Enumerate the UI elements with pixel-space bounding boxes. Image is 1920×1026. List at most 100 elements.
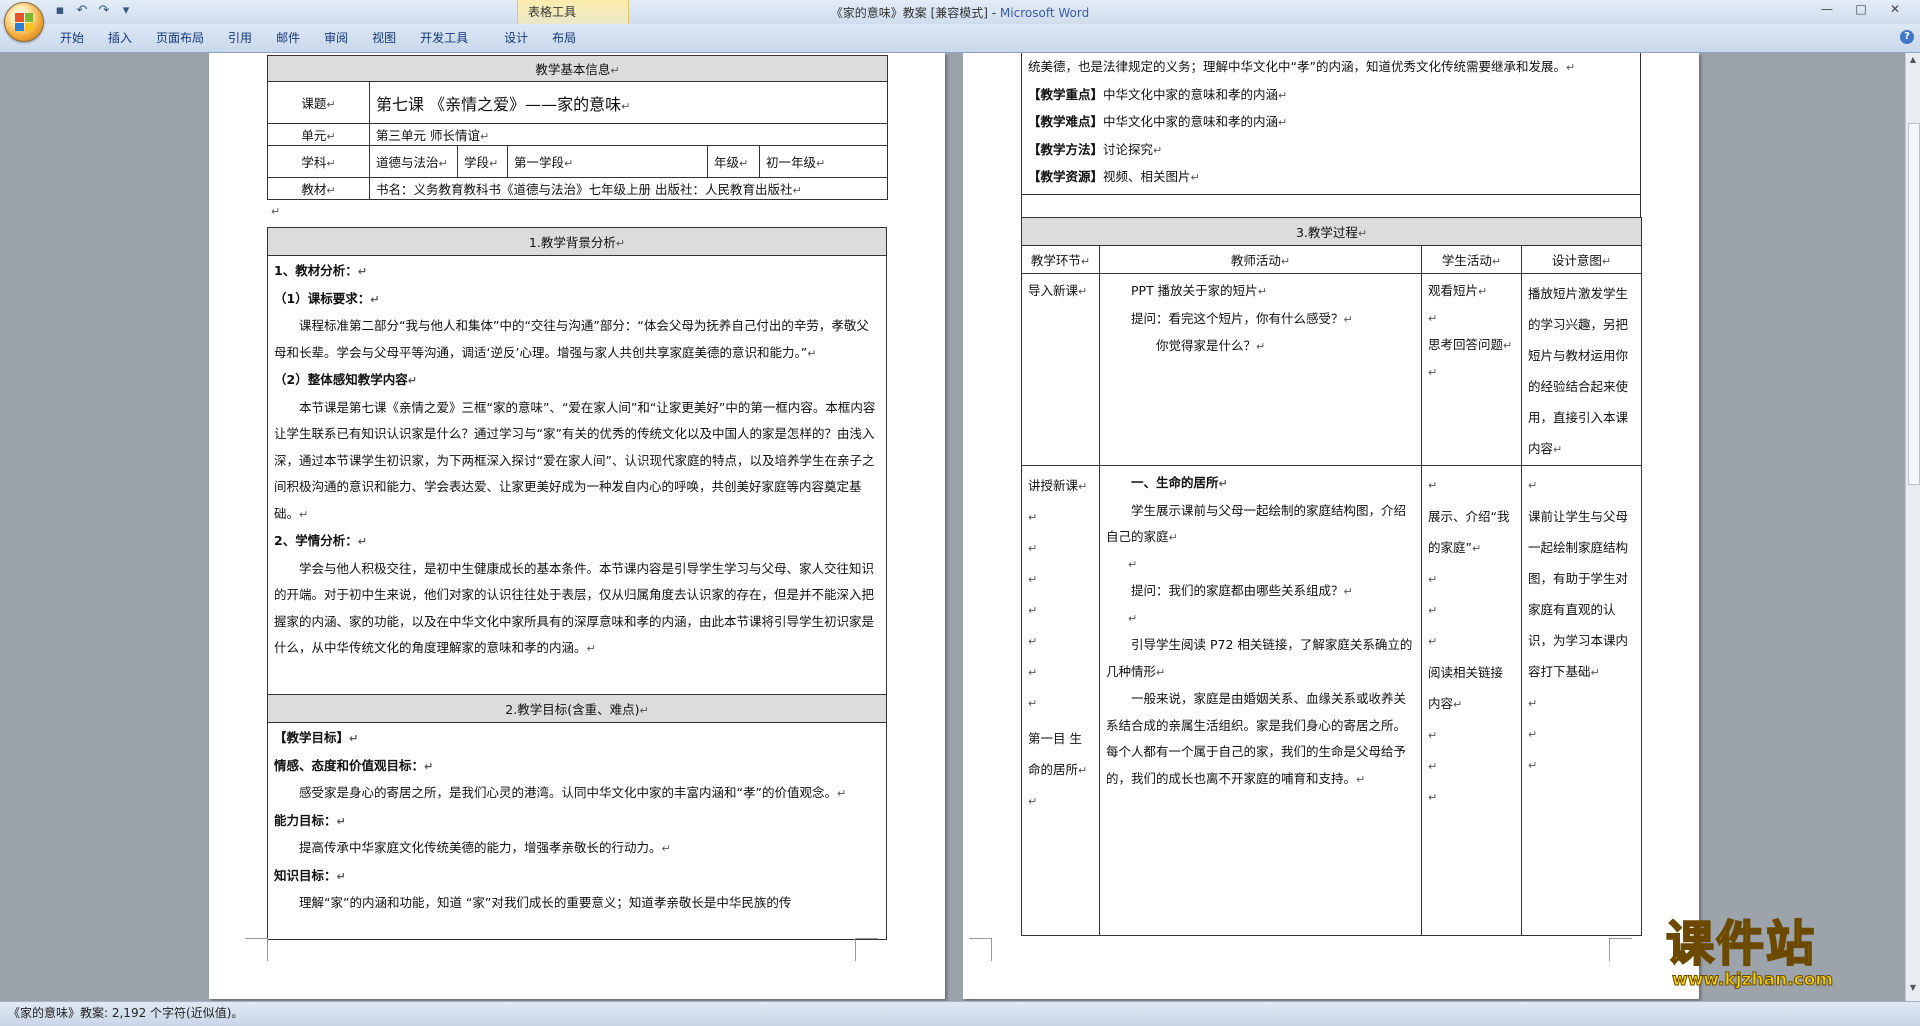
tab-home[interactable]: 开始 <box>48 28 96 48</box>
window-title: 《家的意味》教案 [兼容模式] - Microsoft Word <box>0 4 1920 21</box>
paragraph-mark: ↵ <box>1128 557 1138 571</box>
paragraph-mark: ↵ <box>1428 760 1438 773</box>
subject-value: 道德与法治↵ <box>369 145 458 178</box>
tab-design[interactable]: 设计 <box>492 28 540 48</box>
intro-student-line: 思考回答问题↵ <box>1428 337 1513 352</box>
save-icon[interactable]: ▪ <box>52 3 68 19</box>
goals-header: 2.教学目标(含重、难点)↵ <box>267 694 887 723</box>
col-stage: 教学环节↵ <box>1021 245 1100 274</box>
basic-info-table: 教学基本信息↵ 课题↵ 第七课 《亲情之爱》——家的意味↵ 单元↵ 第三单元 师长情… <box>266 55 889 200</box>
paragraph-mark: ↵ <box>1028 697 1038 710</box>
status-bar: 《家的意味》教案: 2,192 个字符(近似值)。 <box>0 1001 1920 1026</box>
paragraph-mark: ↵ <box>1528 697 1538 710</box>
textbook-value: 书名：义务教育教科书《道德与法治》七年级上册 出版社：人民教育出版社↵ <box>368 177 889 200</box>
scrollbar-thumb[interactable] <box>1908 123 1920 485</box>
textbook-analysis-heading: 1、教材分析：↵ <box>274 263 367 278</box>
lecture-subsection-label: 第一目 生命的居所↵ <box>1028 731 1088 777</box>
col-teacher: 教师活动↵ <box>1099 245 1422 274</box>
emotion-goal-text: 感受家是身心的寄居之所，是我们心灵的港湾。认同中华文化中家的丰富内涵和“孝”的价… <box>299 785 847 800</box>
page2-top-table: 统美德，也是法律规定的义务；理解中华文化中“孝”的内涵，知道优秀文化传统需要继承… <box>1021 53 1641 221</box>
scroll-down-icon[interactable]: ▼ <box>1908 983 1918 992</box>
tab-review[interactable]: 审阅 <box>312 28 360 48</box>
tab-layout[interactable]: 布局 <box>540 28 588 48</box>
student-analysis-heading: 2、学情分析：↵ <box>274 533 367 548</box>
topic-value: 第七课 《亲情之爱》——家的意味↵ <box>368 81 889 124</box>
ability-goal-text: 提高传承中华家庭文化传统美德的能力，增强孝亲敬长的行动力。↵ <box>299 840 671 855</box>
window-title-app: Microsoft Word <box>999 6 1090 20</box>
knowledge-goal-label: 知识目标：↵ <box>274 867 346 883</box>
scroll-up-icon[interactable]: ▲ <box>1908 55 1918 64</box>
lecture-stage: 讲授新课↵ ↵ ↵ ↵ ↵ ↵ ↵ ↵ 第一目 生命的居所↵ ↵ <box>1021 465 1100 936</box>
watermark-main: 课件站 <box>1665 916 1817 972</box>
document-area[interactable]: 教学基本信息↵ 课题↵ 第七课 《亲情之爱》——家的意味↵ 单元↵ 第三单元 师长情… <box>0 53 1905 1001</box>
unit-value: 第三单元 师长情谊↵ <box>368 123 889 146</box>
help-icon[interactable]: ? <box>1900 30 1914 44</box>
window-title-doc: 《家的意味》教案 [兼容模式] - <box>830 6 1000 20</box>
section-heading: 一、生命的居所↵ <box>1131 475 1228 490</box>
paragraph-mark: ↵ <box>1528 728 1538 741</box>
background-table: 1.教学背景分析↵ 1、教材分析：↵ （1）课标要求：↵ 课程标准第二部分“我与… <box>267 227 887 940</box>
stage-label: 学段↵ <box>457 145 508 178</box>
tab-mailings[interactable]: 邮件 <box>264 28 312 48</box>
maximize-button[interactable]: □ <box>1844 0 1878 20</box>
paragraph-mark: ↵ <box>1428 479 1438 492</box>
office-logo-icon <box>15 13 33 31</box>
vertical-scrollbar[interactable]: ▲ ▼ <box>1905 53 1920 1001</box>
intro-intent: 播放短片激发学生的学习兴趣，另把短片与教材运用你的经验结合起来使用，直接引入本课… <box>1520 273 1643 466</box>
paragraph-mark: ↵ <box>1028 511 1038 524</box>
office-button[interactable] <box>4 2 44 42</box>
lecture-teacher-line: 一般来说，家庭是由婚姻关系、血缘关系或收养关系结合成的亲属生活组织。家是我们身心… <box>1106 691 1407 786</box>
ribbon-tabs: 开始 插入 页面布局 引用 邮件 审阅 视图 开发工具 设计 布局 <box>48 28 588 48</box>
tab-references[interactable]: 引用 <box>216 28 264 48</box>
page-1: 教学基本信息↵ 课题↵ 第七课 《亲情之爱》——家的意味↵ 单元↵ 第三单元 师长情… <box>209 53 945 999</box>
lecture-student-line: 阅读相关链接内容↵ <box>1428 665 1504 711</box>
knowledge-goal-text: 理解“家”的内涵和功能，知道 “家”对我们成长的重要意义；知道孝亲敬长是中华民族… <box>299 895 792 910</box>
paragraph-mark: ↵ <box>1028 795 1038 808</box>
paragraph-mark: ↵ <box>271 205 281 218</box>
tab-page-layout[interactable]: 页面布局 <box>144 28 216 48</box>
paragraph-mark: ↵ <box>1028 573 1038 586</box>
textbook-label: 教材↵ <box>267 177 370 200</box>
paragraph-mark: ↵ <box>1028 604 1038 617</box>
redo-icon[interactable]: ↷ <box>96 3 112 19</box>
word-count[interactable]: 《家的意味》教案: 2,192 个字符(近似值)。 <box>8 1006 243 1020</box>
stage-value: 第一学段↵ <box>507 145 708 178</box>
lecture-intent: ↵ 课前让学生与父母一起绘制家庭结构图，有助于学生对家庭有直观的认识，为学习本课… <box>1520 465 1643 936</box>
process-table: 3.教学过程↵ 教学环节↵ 教师活动↵ 学生活动↵ 设计意图↵ 导入新课↵ PP… <box>1020 217 1643 936</box>
difficult-point: 【教学难点】中华文化中家的意味和孝的内涵↵ <box>1028 114 1288 129</box>
key-point: 【教学重点】中华文化中家的意味和孝的内涵↵ <box>1028 86 1288 102</box>
crop-mark <box>1609 938 1632 961</box>
emotion-goal-label: 情感、态度和价值观目标：↵ <box>274 757 434 773</box>
teaching-method: 【教学方法】讨论探究↵ <box>1028 141 1163 157</box>
tab-view[interactable]: 视图 <box>360 28 408 48</box>
content-overview-text: 本节课是第七课《亲情之爱》三框“家的意味”、“爱在家人间”和“让家更美好”中的第… <box>274 399 876 521</box>
paragraph-mark: ↵ <box>1428 729 1438 742</box>
paragraph-mark: ↵ <box>1028 635 1038 648</box>
undo-icon[interactable]: ↶ <box>74 3 90 19</box>
paragraph-mark: ↵ <box>1428 604 1438 617</box>
tab-developer[interactable]: 开发工具 <box>408 28 480 48</box>
kjzhan-watermark: 课件站 www.kjzhan.com <box>1665 916 1906 1000</box>
knowledge-goal-continued: 统美德，也是法律规定的义务；理解中华文化中“孝”的内涵，知道优秀文化传统需要继承… <box>1028 59 1576 74</box>
intro-student-line: 观看短片↵ <box>1428 283 1488 298</box>
teaching-resources: 【教学资源】视频、相关图片↵ <box>1028 169 1200 184</box>
process-header: 3.教学过程↵ <box>1020 217 1643 246</box>
window-controls: — □ ✕ <box>1810 0 1912 20</box>
minimize-button[interactable]: — <box>1810 0 1844 20</box>
page2-top-content: 统美德，也是法律规定的义务；理解中华文化中“孝”的内涵，知道优秀文化传统需要继承… <box>1021 53 1641 195</box>
student-analysis-text: 学会与他人积极交往，是初中生健康成长的基本条件。本节课内容是引导学生学习与父母、… <box>274 560 875 656</box>
grade-label: 年级↵ <box>707 145 760 178</box>
topic-label: 课题↵ <box>267 81 370 124</box>
paragraph-mark: ↵ <box>1428 311 1438 325</box>
basic-info-header: 教学基本信息↵ <box>266 55 889 82</box>
lecture-stage-label: 讲授新课↵ <box>1028 478 1088 493</box>
intro-teacher: PPT 播放关于家的短片↵ 提问：看完这个短片，你有什么感受？↵ 你觉得家是什么… <box>1099 273 1422 466</box>
close-button[interactable]: ✕ <box>1878 0 1912 20</box>
lecture-student-line: 展示、介绍“我的家庭”↵ <box>1428 509 1510 555</box>
paragraph-mark: ↵ <box>1028 542 1038 555</box>
quick-access-toolbar: ▪ ↶ ↷ ▾ <box>52 3 134 19</box>
intro-teacher-line: PPT 播放关于家的短片↵ <box>1131 283 1267 298</box>
customize-qat-icon[interactable]: ▾ <box>118 3 134 19</box>
tab-insert[interactable]: 插入 <box>96 28 144 48</box>
col-intent: 设计意图↵ <box>1520 245 1643 274</box>
